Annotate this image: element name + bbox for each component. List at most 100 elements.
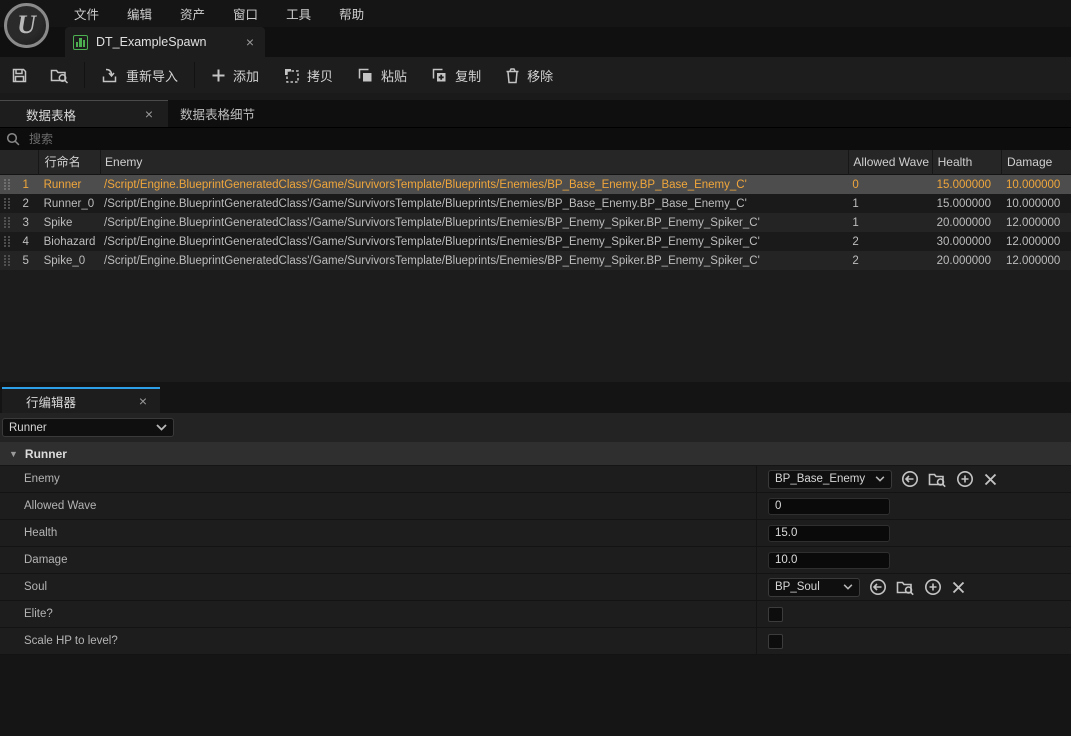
wave-cell[interactable]: 2 [848, 236, 931, 248]
browse-to-asset-button[interactable] [39, 57, 80, 93]
column-allowed-wave[interactable]: Allowed Wave [848, 150, 931, 175]
menu-tools[interactable]: 工具 [272, 4, 325, 23]
row-name-cell[interactable]: Runner [38, 179, 100, 191]
table-row[interactable]: 2 Runner_0 /Script/Engine.BlueprintGener… [0, 194, 1071, 213]
browse-to-asset-button[interactable] [896, 579, 915, 596]
damage-input[interactable] [768, 551, 890, 569]
reimport-icon [102, 68, 117, 82]
row-name-cell[interactable]: Biohazard [38, 236, 100, 248]
use-selected-asset-button[interactable] [869, 578, 887, 596]
table-row[interactable]: 1 Runner /Script/Engine.BlueprintGenerat… [0, 175, 1071, 194]
plus-circle-icon [925, 579, 941, 595]
allowed-wave-input[interactable] [768, 497, 890, 515]
health-cell[interactable]: 30.000000 [932, 236, 1001, 248]
damage-cell[interactable]: 10.000000 [1001, 179, 1071, 191]
scale-hp-checkbox[interactable] [768, 633, 783, 649]
chevron-down-icon [156, 424, 167, 431]
wave-cell[interactable]: 0 [848, 179, 931, 191]
tab-data-table-details[interactable]: 数据表格细节 [168, 100, 267, 127]
row-drag-handle-icon[interactable] [0, 178, 14, 191]
menu-file[interactable]: 文件 [60, 4, 113, 23]
enemy-cell[interactable]: /Script/Engine.BlueprintGeneratedClass'/… [100, 217, 848, 229]
paste-row-button[interactable]: 粘贴 [345, 57, 419, 93]
reimport-button[interactable]: 重新导入 [89, 57, 190, 93]
soul-class-combobox[interactable]: BP_Soul [768, 577, 860, 597]
toolbar-separator [84, 62, 85, 88]
health-cell[interactable]: 20.000000 [932, 255, 1001, 267]
table-row[interactable]: 4 Biohazard /Script/Engine.BlueprintGene… [0, 232, 1071, 251]
property-row-damage: Damage [0, 547, 1071, 574]
remove-row-button[interactable]: 移除 [493, 57, 565, 93]
row-selector-strip: Runner [0, 413, 1071, 442]
row-number: 1 [22, 178, 29, 191]
wave-cell[interactable]: 1 [848, 217, 931, 229]
duplicate-row-button[interactable]: 复制 [419, 57, 493, 93]
row-drag-handle-icon[interactable] [0, 216, 14, 229]
property-label: Damage [0, 547, 757, 573]
damage-cell[interactable]: 10.000000 [1001, 198, 1071, 210]
plus-circle-button[interactable] [924, 578, 942, 596]
enemy-cell[interactable]: /Script/Engine.BlueprintGeneratedClass'/… [100, 236, 848, 248]
tab-label: 数据表格细节 [180, 108, 256, 122]
save-icon [12, 68, 27, 82]
category-header-runner[interactable]: ▼ Runner [0, 442, 1071, 466]
tab-row-editor[interactable]: 行编辑器 × [2, 387, 160, 413]
row-drag-handle-icon[interactable] [0, 197, 14, 210]
elite-checkbox[interactable] [768, 606, 783, 622]
damage-cell[interactable]: 12.000000 [1001, 236, 1071, 248]
menu-asset[interactable]: 资产 [166, 4, 219, 23]
row-drag-handle-icon[interactable] [0, 254, 14, 267]
tab-data-table[interactable]: 数据表格 × [0, 100, 168, 127]
add-row-button[interactable]: 添加 [199, 57, 271, 93]
column-damage[interactable]: Damage [1000, 150, 1071, 175]
copy-row-button[interactable]: 拷贝 [271, 57, 345, 93]
damage-cell[interactable]: 12.000000 [1001, 255, 1071, 267]
health-cell[interactable]: 15.000000 [932, 179, 1001, 191]
table-row[interactable]: 5 Spike_0 /Script/Engine.BlueprintGenera… [0, 251, 1071, 270]
asset-tab-dt-examplespawn[interactable]: DT_ExampleSpawn × [65, 27, 265, 57]
browse-to-asset-button[interactable] [928, 471, 947, 488]
clear-button[interactable] [951, 580, 966, 595]
health-cell[interactable]: 15.000000 [932, 198, 1001, 210]
health-input[interactable] [768, 524, 890, 542]
expand-arrow-icon[interactable]: ▼ [0, 449, 25, 459]
duplicate-icon [432, 68, 446, 81]
enemy-class-combobox[interactable]: BP_Base_Enemy [768, 469, 892, 489]
column-row-name[interactable]: 行命名 [37, 150, 100, 175]
wave-cell[interactable]: 1 [848, 198, 931, 210]
enemy-cell[interactable]: /Script/Engine.BlueprintGeneratedClass'/… [100, 198, 848, 210]
close-icon[interactable]: × [136, 394, 150, 408]
duplicate-label: 复制 [455, 68, 482, 84]
damage-cell[interactable]: 12.000000 [1001, 217, 1071, 229]
row-name-cell[interactable]: Spike [38, 217, 100, 229]
enemy-cell[interactable]: /Script/Engine.BlueprintGeneratedClass'/… [100, 255, 848, 267]
menu-help[interactable]: 帮助 [325, 4, 378, 23]
property-label: Soul [0, 574, 757, 600]
search-input[interactable] [29, 132, 1065, 146]
close-icon[interactable]: × [243, 35, 257, 49]
copy-label: 拷贝 [307, 68, 334, 84]
save-button[interactable] [0, 57, 39, 93]
row-number: 4 [22, 235, 29, 248]
row-name-cell[interactable]: Runner_0 [38, 198, 100, 210]
health-cell[interactable]: 20.000000 [932, 217, 1001, 229]
menu-window[interactable]: 窗口 [219, 4, 272, 23]
table-row[interactable]: 3 Spike /Script/Engine.BlueprintGenerate… [0, 213, 1071, 232]
column-health[interactable]: Health [931, 150, 1001, 175]
data-table: 行命名 Enemy Allowed Wave Health Damage 1 R… [0, 150, 1071, 382]
enemy-cell[interactable]: /Script/Engine.BlueprintGeneratedClass'/… [100, 179, 848, 191]
menu-edit[interactable]: 编辑 [113, 4, 166, 23]
row-selector-combobox[interactable]: Runner [2, 418, 174, 437]
folder-search-icon [896, 581, 914, 595]
column-enemy[interactable]: Enemy [100, 150, 848, 175]
row-editor-properties: Enemy BP_Base_Enemy Allowed Wave Health … [0, 466, 1071, 655]
clear-button[interactable] [983, 472, 998, 487]
close-icon[interactable]: × [142, 107, 156, 121]
reimport-label: 重新导入 [126, 68, 179, 84]
row-number: 5 [22, 254, 29, 267]
row-drag-handle-icon[interactable] [0, 235, 14, 248]
wave-cell[interactable]: 2 [848, 255, 931, 267]
row-name-cell[interactable]: Spike_0 [38, 255, 100, 267]
plus-circle-button[interactable] [956, 470, 974, 488]
use-selected-asset-button[interactable] [901, 470, 919, 488]
